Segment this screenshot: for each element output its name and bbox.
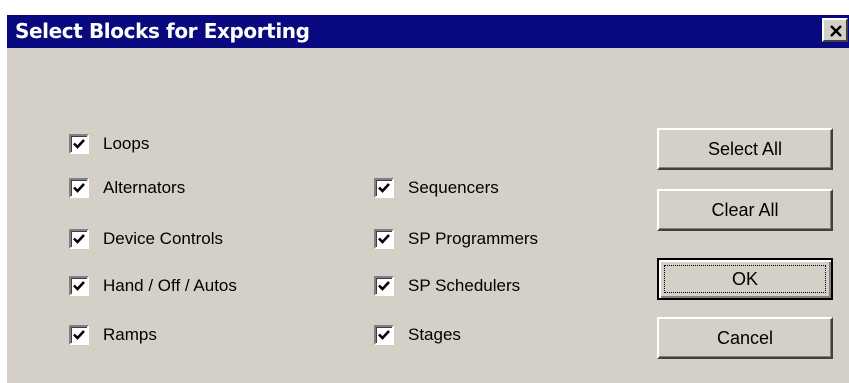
checkbox-hand-off-autos[interactable]: Hand / Off / Autos bbox=[69, 276, 237, 296]
checkbox-box[interactable] bbox=[69, 229, 89, 249]
checkbox-label: Stages bbox=[408, 325, 461, 344]
select-all-button[interactable]: Select All bbox=[657, 128, 833, 170]
clear-all-label: Clear All bbox=[711, 199, 779, 220]
checkbox-loops[interactable]: Loops bbox=[69, 134, 149, 154]
checkbox-ramps[interactable]: Ramps bbox=[69, 325, 157, 345]
checkbox-box[interactable] bbox=[374, 178, 394, 198]
checkbox-label: SP Schedulers bbox=[408, 276, 521, 295]
checkbox-box[interactable] bbox=[374, 325, 394, 345]
checkbox-box[interactable] bbox=[69, 276, 89, 296]
dialog-title: Select Blocks for Exporting bbox=[15, 19, 310, 43]
checkbox-box[interactable] bbox=[69, 178, 89, 198]
checkmark-icon bbox=[73, 183, 85, 193]
checkbox-device-controls[interactable]: Device Controls bbox=[69, 229, 223, 249]
checkbox-label: SP Programmers bbox=[408, 229, 539, 248]
cancel-label: Cancel bbox=[716, 327, 774, 348]
export-dialog: Select Blocks for Exporting Loops Altern… bbox=[6, 14, 849, 383]
checkmark-icon bbox=[73, 330, 85, 340]
checkbox-box[interactable] bbox=[69, 325, 89, 345]
ok-button[interactable]: OK bbox=[657, 258, 833, 300]
close-icon bbox=[830, 25, 842, 37]
close-button[interactable] bbox=[822, 18, 848, 42]
checkbox-label: Loops bbox=[103, 134, 150, 153]
checkmark-icon bbox=[378, 234, 390, 244]
checkbox-alternators[interactable]: Alternators bbox=[69, 178, 185, 198]
title-bar[interactable]: Select Blocks for Exporting bbox=[7, 15, 849, 48]
checkbox-label: Ramps bbox=[103, 325, 157, 344]
checkmark-icon bbox=[73, 234, 85, 244]
checkbox-box[interactable] bbox=[69, 134, 89, 154]
clear-all-button[interactable]: Clear All bbox=[657, 189, 833, 231]
select-all-label: Select All bbox=[707, 138, 783, 159]
checkbox-stages[interactable]: Stages bbox=[374, 325, 461, 345]
checkmark-icon bbox=[73, 139, 85, 149]
cancel-button[interactable]: Cancel bbox=[657, 317, 833, 359]
checkbox-sp-schedulers[interactable]: SP Schedulers bbox=[374, 276, 520, 296]
checkmark-icon bbox=[378, 183, 390, 193]
checkbox-box[interactable] bbox=[374, 276, 394, 296]
checkmark-icon bbox=[378, 281, 390, 291]
ok-label: OK bbox=[731, 268, 758, 289]
checkbox-label: Alternators bbox=[103, 178, 186, 197]
checkbox-box[interactable] bbox=[374, 229, 394, 249]
checkbox-label: Sequencers bbox=[408, 178, 499, 197]
checkmark-icon bbox=[378, 330, 390, 340]
checkbox-sequencers[interactable]: Sequencers bbox=[374, 178, 499, 198]
checkbox-label: Device Controls bbox=[103, 229, 223, 248]
checkbox-sp-programmers[interactable]: SP Programmers bbox=[374, 229, 538, 249]
checkbox-label: Hand / Off / Autos bbox=[103, 276, 237, 295]
checkmark-icon bbox=[73, 281, 85, 291]
